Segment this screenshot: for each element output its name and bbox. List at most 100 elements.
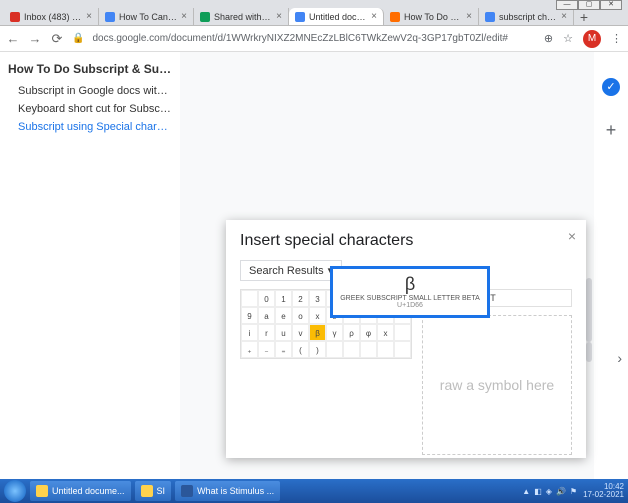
tab-favicon bbox=[295, 12, 305, 22]
browser-tab[interactable]: How To Cancel Your × bbox=[99, 8, 194, 25]
character-cell[interactable] bbox=[394, 341, 411, 358]
close-window-button[interactable]: ✕ bbox=[600, 0, 622, 10]
draw-placeholder: raw a symbol here bbox=[440, 377, 554, 393]
character-cell[interactable]: i bbox=[241, 324, 258, 341]
character-cell[interactable]: x bbox=[377, 324, 394, 341]
character-cell[interactable]: 9 bbox=[241, 307, 258, 324]
tooltip-code: U+1D66 bbox=[337, 302, 483, 309]
scrollbar-track[interactable] bbox=[586, 342, 592, 362]
character-cell[interactable]: a bbox=[258, 307, 275, 324]
taskbar-app-label: Untitled docume... bbox=[52, 486, 125, 496]
tooltip-glyph: β bbox=[337, 275, 483, 293]
forward-button[interactable]: → bbox=[28, 31, 42, 46]
browser-tab[interactable]: subscript chemical e × bbox=[479, 8, 574, 25]
outline-title[interactable]: How To Do Subscript & Super... bbox=[8, 62, 172, 76]
taskbar-app-label: What is Stimulus ... bbox=[197, 486, 274, 496]
tab-close-icon[interactable]: × bbox=[276, 11, 282, 22]
bookmark-star-icon[interactable]: ☆ bbox=[563, 32, 573, 45]
tab-label: Shared with me - Go bbox=[214, 12, 272, 22]
character-cell[interactable] bbox=[394, 324, 411, 341]
tab-close-icon[interactable]: × bbox=[86, 11, 92, 22]
outline-item[interactable]: Subscript in Google docs with t... bbox=[8, 82, 172, 100]
character-cell[interactable]: ) bbox=[309, 341, 326, 358]
tab-favicon bbox=[10, 12, 20, 22]
right-side-rail: ✓ + bbox=[594, 52, 628, 479]
tab-favicon bbox=[105, 12, 115, 22]
character-cell[interactable]: ( bbox=[292, 341, 309, 358]
browser-tab[interactable]: Inbox (483) - snsalel× bbox=[4, 8, 99, 25]
address-bar: ← → ⟳ 🔒 docs.google.com/document/d/1WWrk… bbox=[0, 26, 628, 52]
character-cell[interactable]: r bbox=[258, 324, 275, 341]
character-cell[interactable]: x bbox=[309, 307, 326, 324]
tab-label: subscript chemical e bbox=[499, 12, 557, 22]
dialog-title: Insert special characters bbox=[240, 232, 572, 250]
tray-icon[interactable]: ⚑ bbox=[570, 487, 577, 496]
character-cell[interactable] bbox=[343, 341, 360, 358]
sidepanel-toggle-icon[interactable]: › bbox=[617, 350, 622, 366]
character-cell[interactable]: e bbox=[275, 307, 292, 324]
character-cell[interactable]: ρ bbox=[343, 324, 360, 341]
character-cell[interactable] bbox=[377, 341, 394, 358]
outline-item[interactable]: Subscript using Special charact... bbox=[8, 118, 172, 136]
browser-tab[interactable]: Shared with me - Go × bbox=[194, 8, 289, 25]
category-dropdown[interactable]: Search Results ▾ bbox=[240, 260, 342, 281]
tab-favicon bbox=[200, 12, 210, 22]
add-comment-icon[interactable]: + bbox=[602, 122, 620, 140]
app-icon bbox=[36, 485, 48, 497]
tab-close-icon[interactable]: × bbox=[466, 11, 472, 22]
url-field[interactable]: docs.google.com/document/d/1WWrkryNIXZ2M… bbox=[92, 33, 535, 44]
document-outline: How To Do Subscript & Super... Subscript… bbox=[0, 52, 180, 479]
character-cell[interactable] bbox=[326, 341, 343, 358]
browser-tab[interactable]: Untitled document - × bbox=[289, 8, 384, 25]
tab-close-icon[interactable]: × bbox=[561, 11, 567, 22]
character-cell[interactable]: 0 bbox=[258, 290, 275, 307]
character-cell[interactable]: v bbox=[292, 324, 309, 341]
scrollbar-track[interactable] bbox=[586, 278, 592, 342]
dropdown-label: Search Results bbox=[249, 265, 324, 277]
tab-close-icon[interactable]: × bbox=[181, 11, 187, 22]
reload-button[interactable]: ⟳ bbox=[50, 31, 64, 47]
taskbar-app-button[interactable]: SI bbox=[135, 481, 172, 501]
tray-icon[interactable]: 🔊 bbox=[556, 487, 566, 496]
browser-tab[interactable]: How To Do Subscrip× bbox=[384, 8, 479, 25]
tray-icon[interactable]: ◧ bbox=[534, 487, 542, 496]
taskbar-app-button[interactable]: What is Stimulus ... bbox=[175, 481, 280, 501]
character-cell[interactable]: ₋ bbox=[258, 341, 275, 358]
outline-item[interactable]: Keyboard short cut for Subscrip... bbox=[8, 100, 172, 118]
tab-label: How To Cancel Your bbox=[119, 12, 177, 22]
maximize-button[interactable]: ▢ bbox=[578, 0, 600, 10]
tab-close-icon[interactable]: × bbox=[371, 11, 377, 22]
tab-favicon bbox=[485, 12, 495, 22]
character-cell[interactable]: β bbox=[309, 324, 326, 341]
character-cell[interactable]: ₊ bbox=[241, 341, 258, 358]
character-cell[interactable] bbox=[241, 290, 258, 307]
character-cell[interactable]: 2 bbox=[292, 290, 309, 307]
start-button[interactable] bbox=[4, 480, 26, 502]
special-characters-dialog: × Insert special characters Search Resul… bbox=[226, 220, 586, 458]
minimize-button[interactable]: — bbox=[556, 0, 578, 10]
character-cell[interactable]: u bbox=[275, 324, 292, 341]
draw-symbol-area[interactable]: raw a symbol here bbox=[422, 315, 572, 455]
character-cell[interactable]: γ bbox=[326, 324, 343, 341]
character-cell[interactable]: 1 bbox=[275, 290, 292, 307]
profile-avatar[interactable]: M bbox=[583, 30, 601, 48]
back-button[interactable]: ← bbox=[6, 31, 20, 46]
character-cell[interactable]: 3 bbox=[309, 290, 326, 307]
character-cell[interactable]: ₌ bbox=[275, 341, 292, 358]
character-cell[interactable] bbox=[360, 341, 377, 358]
system-tray: ▲ ◧ ◈ 🔊 ⚑ 10:42 17-02-2021 bbox=[522, 483, 624, 499]
tray-icon[interactable]: ▲ bbox=[522, 487, 530, 496]
window-controls: — ▢ ✕ bbox=[556, 0, 622, 10]
character-cell[interactable]: o bbox=[292, 307, 309, 324]
new-tab-button[interactable]: + bbox=[574, 9, 594, 25]
tab-favicon bbox=[390, 12, 400, 22]
tab-label: Untitled document - bbox=[309, 12, 367, 22]
taskbar-app-button[interactable]: Untitled docume... bbox=[30, 481, 131, 501]
dialog-close-icon[interactable]: × bbox=[568, 228, 576, 244]
zoom-icon[interactable]: ⊕ bbox=[544, 32, 553, 45]
tray-icon[interactable]: ◈ bbox=[546, 487, 552, 496]
editing-mode-icon[interactable]: ✓ bbox=[602, 78, 620, 96]
taskbar-clock[interactable]: 10:42 17-02-2021 bbox=[583, 483, 624, 499]
character-cell[interactable]: φ bbox=[360, 324, 377, 341]
browser-menu-icon[interactable]: ⋮ bbox=[611, 32, 622, 45]
